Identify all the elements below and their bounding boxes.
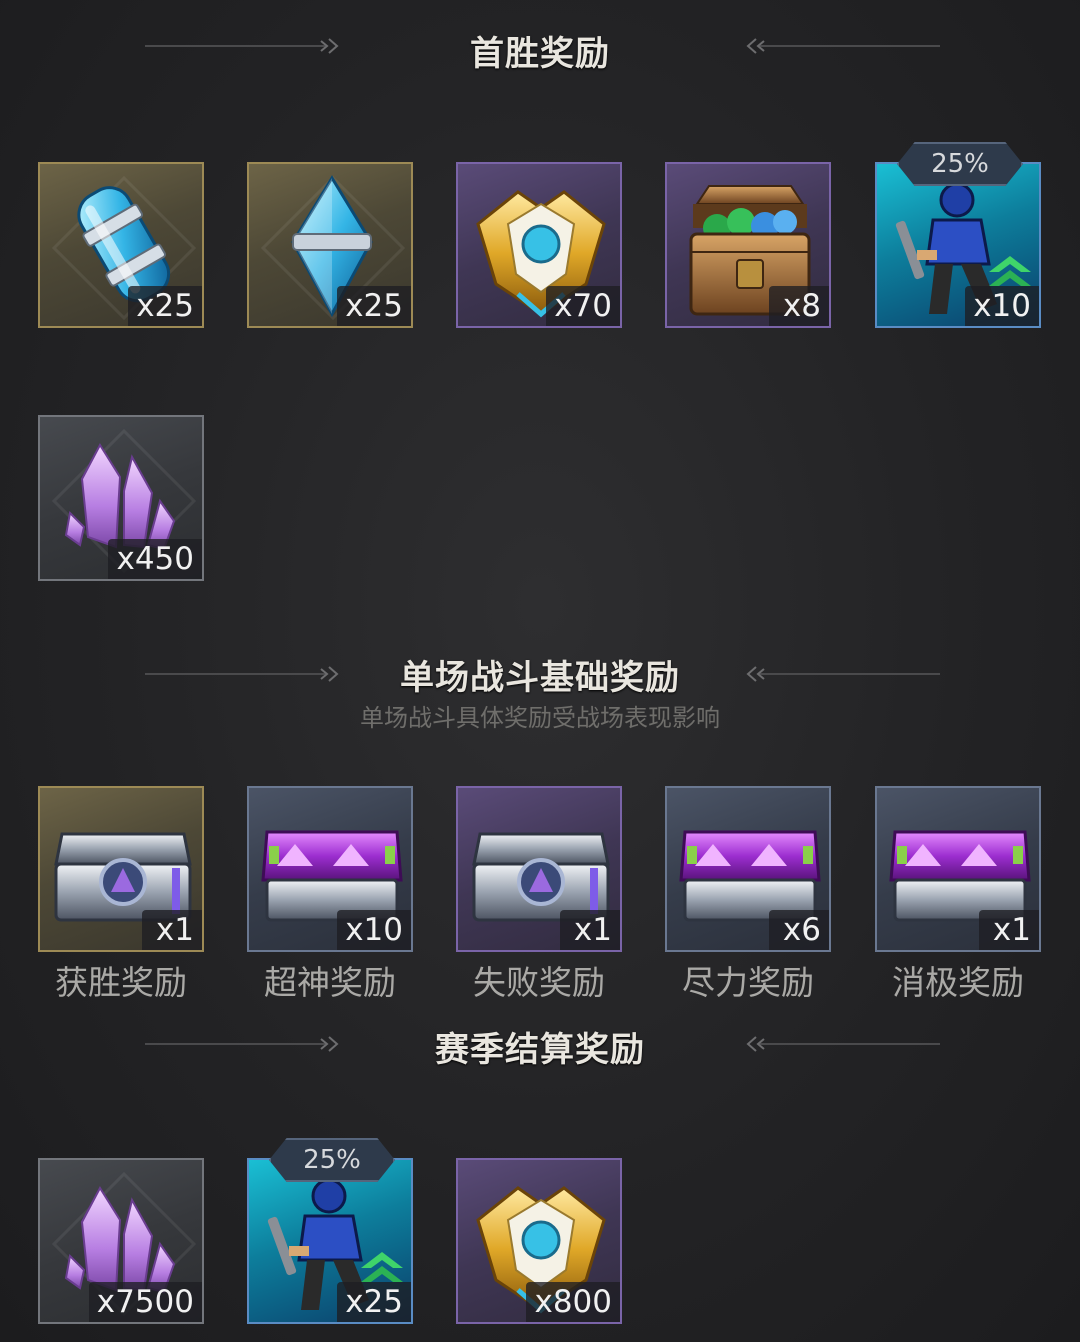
percent-badge: 25% [897, 142, 1023, 186]
reward-tile-gold-emblem[interactable]: x70 [456, 162, 622, 328]
reward-quantity: x10 [965, 286, 1039, 326]
reward-tile-passive-chest[interactable]: x1 [875, 786, 1041, 952]
reward-tile-purple-crystal[interactable]: x450 [38, 415, 204, 581]
season-rewards-header: 赛季结算奖励 [0, 1022, 1080, 1082]
reward-tile-blue-capsule[interactable]: x25 [38, 162, 204, 328]
reward-quantity: x25 [337, 286, 411, 326]
reward-caption-effort: 尽力奖励 [682, 963, 814, 1002]
reward-tile-loss-chest[interactable]: x1 [456, 786, 622, 952]
section-subtitle-basic: 单场战斗具体奖励受战场表现影响 [360, 704, 720, 732]
reward-tile-soldier-card[interactable]: x10 [875, 162, 1041, 328]
reward-tile-win-chest[interactable]: x1 [38, 786, 204, 952]
reward-caption-legendary: 超神奖励 [264, 963, 396, 1002]
reward-caption-loss: 失败奖励 [473, 963, 605, 1002]
reward-quantity: x10 [337, 910, 411, 950]
reward-quantity: x1 [979, 910, 1039, 950]
reward-tile-effort-chest[interactable]: x6 [665, 786, 831, 952]
upgrade-arrow-icon [989, 256, 1031, 286]
first-win-header: 首胜奖励 [0, 26, 1080, 86]
upgrade-arrow-icon [361, 1252, 403, 1282]
reward-tile-purple-crystal[interactable]: x7500 [38, 1158, 204, 1324]
reward-quantity: x1 [560, 910, 620, 950]
basic-rewards-header: 单场战斗基础奖励 单场战斗具体奖励受战场表现影响 [0, 650, 1080, 740]
reward-tile-blue-crystal[interactable]: x25 [247, 162, 413, 328]
reward-tile-treasure-chest[interactable]: x8 [665, 162, 831, 328]
arrow-left-deco-icon [746, 38, 940, 54]
reward-caption-passive: 消极奖励 [892, 963, 1024, 1002]
reward-caption-win: 获胜奖励 [55, 963, 187, 1002]
reward-quantity: x8 [769, 286, 829, 326]
reward-quantity: x25 [128, 286, 202, 326]
reward-quantity: x6 [769, 910, 829, 950]
arrow-left-deco-icon [746, 1036, 940, 1052]
reward-quantity: x70 [546, 286, 620, 326]
arrow-left-deco-icon [746, 666, 940, 682]
reward-quantity: x7500 [88, 1282, 202, 1322]
reward-quantity: x25 [337, 1282, 411, 1322]
percent-badge: 25% [269, 1138, 395, 1182]
reward-quantity: x800 [526, 1282, 620, 1322]
reward-tile-gold-emblem[interactable]: x800 [456, 1158, 622, 1324]
reward-quantity: x1 [142, 910, 202, 950]
reward-tile-soldier-card[interactable]: x25 [247, 1158, 413, 1324]
reward-tile-legendary-chest[interactable]: x10 [247, 786, 413, 952]
reward-quantity: x450 [108, 539, 202, 579]
